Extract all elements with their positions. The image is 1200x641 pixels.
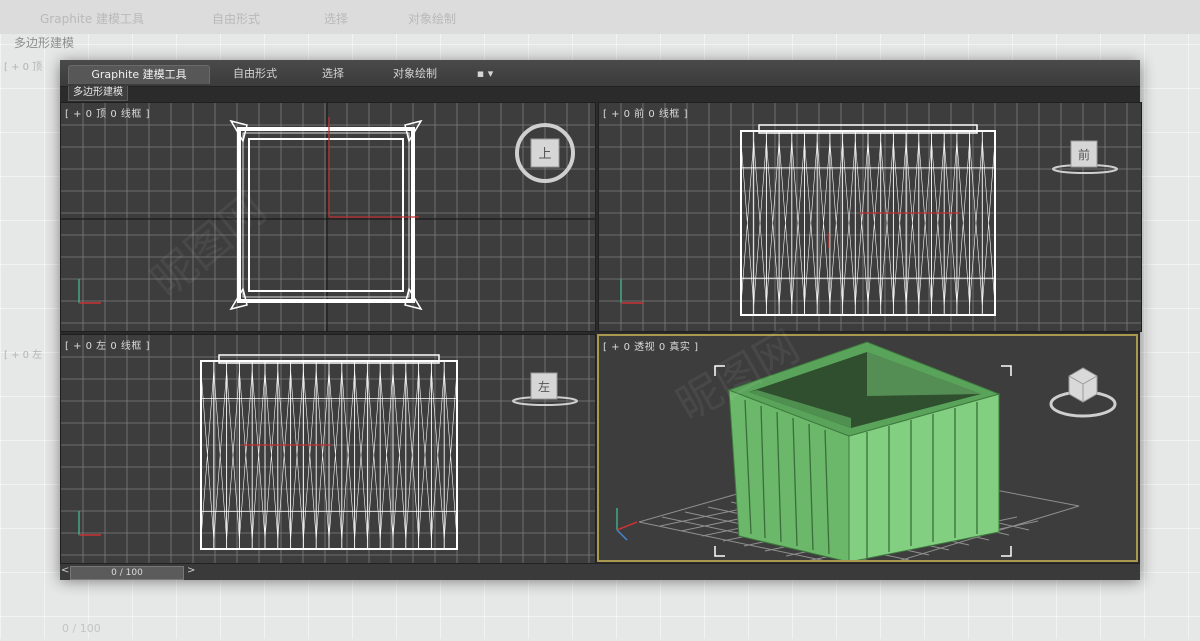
wire-inner-rim (248, 138, 404, 292)
viewport-perspective[interactable]: [ + 0 透视 0 真实 ] (597, 334, 1138, 562)
app-window: Graphite 建模工具 自由形式 选择 对象绘制 ▪ ▾ 多边形建模 上 [… (60, 60, 1142, 580)
grid (599, 103, 1141, 331)
viewport-front[interactable]: 前 [ + 0 前 0 线框 ] (598, 102, 1142, 332)
tab-freeform[interactable]: 自由形式 (220, 65, 290, 83)
bg-tab-select: 选择 (324, 12, 349, 26)
wire-left-body (200, 354, 458, 550)
viewport-left-label[interactable]: [ + 0 左 0 线框 ] (65, 337, 150, 352)
axis-gizmo (620, 279, 643, 304)
viewport-front-scene: 前 (599, 103, 1141, 331)
viewport-top[interactable]: 上 [ + 0 顶 0 线框 ] (60, 102, 596, 332)
viewcube-perspective (1049, 367, 1117, 418)
viewport-perspective-label[interactable]: [ + 0 透视 0 真实 ] (603, 338, 698, 353)
bg-subtab: 多边形建模 (14, 36, 75, 50)
axis-gizmo (78, 279, 101, 304)
bg-tab-paint: 对象绘制 (408, 12, 457, 26)
viewport-left[interactable]: 左 [ + 0 左 0 线框 ] (60, 334, 596, 564)
svg-text:上: 上 (538, 147, 551, 162)
viewport-front-label[interactable]: [ + 0 前 0 线框 ] (603, 105, 688, 120)
tab-selection[interactable]: 选择 (308, 65, 358, 83)
svg-text:前: 前 (1078, 147, 1090, 162)
bg-label-left: [ + 0 左 (4, 350, 43, 361)
tab-graphite-modeling[interactable]: Graphite 建模工具 (68, 65, 210, 84)
timeline-prev-button[interactable]: < (61, 565, 69, 576)
viewcube-front: 前 (1052, 140, 1118, 174)
bg-tab-graphite: Graphite 建模工具 (40, 12, 145, 26)
wire-front-body (740, 124, 996, 316)
viewport-top-scene: 上 (61, 103, 595, 331)
viewport-perspective-scene (616, 341, 1117, 560)
axis-gizmo (78, 511, 101, 536)
background-ribbon: Graphite 建模工具 自由形式 选择 对象绘制 (0, 0, 1200, 34)
viewport-left-scene: 左 (61, 335, 595, 563)
tab-object-paint[interactable]: 对象绘制 (380, 65, 450, 83)
ribbon: Graphite 建模工具 自由形式 选择 对象绘制 ▪ ▾ (60, 60, 1140, 87)
axis-gizmo (616, 508, 638, 541)
subtab-polygon-modeling[interactable]: 多边形建模 (68, 86, 128, 101)
wire-outer-rim (237, 127, 415, 303)
ribbon-options-dropdown[interactable]: ▪ ▾ (470, 65, 500, 83)
timeline-next-button[interactable]: > (187, 565, 195, 576)
bg-label-top: [ + 0 顶 (4, 62, 43, 73)
svg-text:左: 左 (538, 379, 550, 394)
wire-corners (229, 119, 423, 311)
time-slider[interactable]: 0 / 100 (70, 566, 184, 580)
bg-time: 0 / 100 (62, 622, 101, 635)
bg-tab-freeform: 自由形式 (212, 12, 261, 26)
timeline: < 0 / 100 > (60, 563, 1140, 580)
viewport-top-label[interactable]: [ + 0 顶 0 线框 ] (65, 105, 150, 120)
